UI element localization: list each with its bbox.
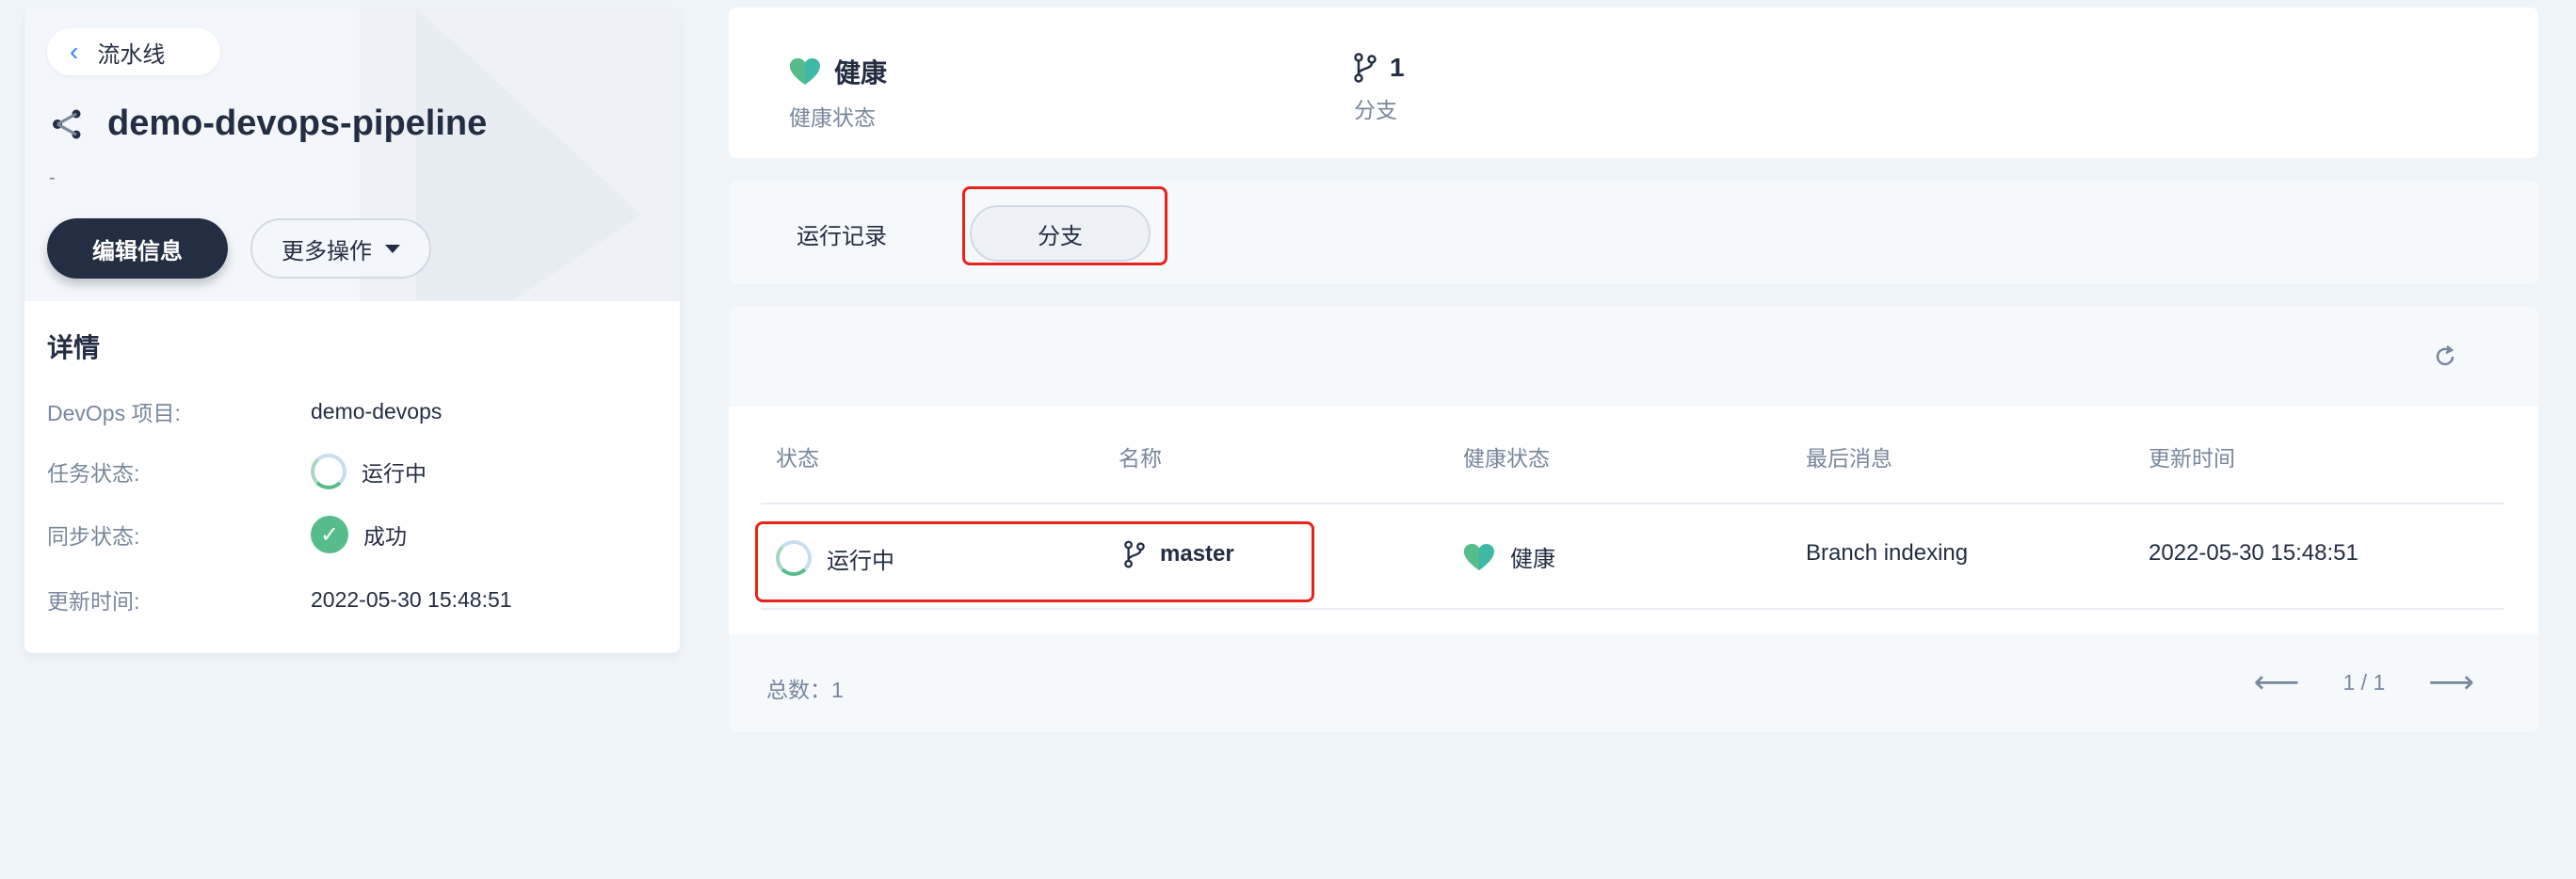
success-check-icon: ✓ [311,516,348,553]
back-to-pipelines-button[interactable]: ‹ 流水线 [47,28,220,75]
chevron-left-icon: ‹ [70,37,79,66]
branch-icon [1354,53,1377,83]
detail-value: 成功 [363,524,407,549]
branch-name-link[interactable]: master [1160,541,1234,567]
detail-updated-time: 更新时间: 2022-05-30 15:48:51 [47,583,512,615]
details-title: 详情 [47,333,101,362]
arrow-right-icon[interactable]: ⟶ [2428,666,2474,698]
row-divider [761,608,2504,610]
pipeline-name: demo-devops-pipeline [107,104,488,143]
detail-task-status: 任务状态: 运行中 [47,454,427,489]
health-stat: 健康 健康状态 [789,53,887,132]
row-name-cell[interactable]: master [1124,540,1234,568]
tabs-bar: 运行记录 分支 [729,181,2538,284]
branch-count-stat: 1 分支 [1354,53,1405,124]
table-toolbar [729,307,2538,407]
table-footer: 总数：1 ⟵ 1 / 1 ⟶ [729,634,2538,732]
branch-icon [1124,540,1145,568]
detail-value: demo-devops [311,398,443,424]
column-header-status: 状态 [776,446,819,471]
refresh-icon[interactable] [2431,343,2459,371]
row-health-cell: 健康 [1463,540,1555,573]
row-status-text: 运行中 [827,548,894,574]
detail-key: 任务状态: [47,461,140,486]
more-actions-button[interactable]: 更多操作 [250,218,431,279]
total-count: 总数：1 [766,678,844,702]
column-header-updated-time: 更新时间 [2149,446,2235,471]
pipeline-stats-card: 健康 健康状态 1 分支 [729,8,2538,158]
detail-key: 同步状态: [47,524,140,549]
page-indicator: 1 / 1 [2343,669,2386,695]
pipeline-header: ‹ 流水线 demo-devops-pipeline - 编辑信息 更多操作 [24,8,680,301]
running-spinner-icon [311,454,346,489]
edit-info-button[interactable]: 编辑信息 [47,218,228,279]
column-header-health: 健康状态 [1463,446,1550,471]
detail-key: 更新时间: [47,589,140,614]
column-header-last-message: 最后消息 [1806,446,1892,471]
branch-count-label: 分支 [1354,98,1397,122]
detail-value: 2022-05-30 15:48:51 [311,586,512,612]
more-actions-label: 更多操作 [282,238,372,264]
detail-value: 运行中 [362,461,427,486]
detail-devops-project: DevOps 项目: demo-devops [47,395,442,427]
back-label: 流水线 [97,41,166,68]
branch-count-value: 1 [1390,53,1405,82]
tab-branches[interactable]: 分支 [970,205,1151,262]
pagination: ⟵ 1 / 1 ⟶ [2254,666,2474,698]
row-health-text: 健康 [1510,547,1555,572]
arrow-left-icon[interactable]: ⟵ [2254,666,2300,698]
detail-key: DevOps 项目: [47,401,181,425]
row-updated-cell: 2022-05-30 15:48:51 [2149,540,2359,566]
page-title: demo-devops-pipeline [51,104,487,144]
column-header-name: 名称 [1119,446,1162,471]
branches-table: 状态 名称 健康状态 最后消息 更新时间 运行中 master 健康 Branc… [729,307,2538,732]
row-message-cell: Branch indexing [1806,540,1969,566]
row-status-cell: 运行中 [776,540,894,576]
pipeline-description: - [49,168,56,188]
tab-run-records[interactable]: 运行记录 [785,205,898,262]
header-divider [761,503,2504,504]
health-value: 健康 [834,58,888,88]
health-heart-icon [790,58,820,85]
pipeline-info-card: ‹ 流水线 demo-devops-pipeline - 编辑信息 更多操作 详… [24,8,680,653]
health-label: 健康状态 [789,105,876,130]
health-heart-icon [1464,543,1494,570]
pipeline-icon [53,109,81,138]
running-spinner-icon [776,540,812,576]
caret-down-icon [385,244,400,253]
detail-sync-status: 同步状态: ✓ 成功 [47,516,407,553]
